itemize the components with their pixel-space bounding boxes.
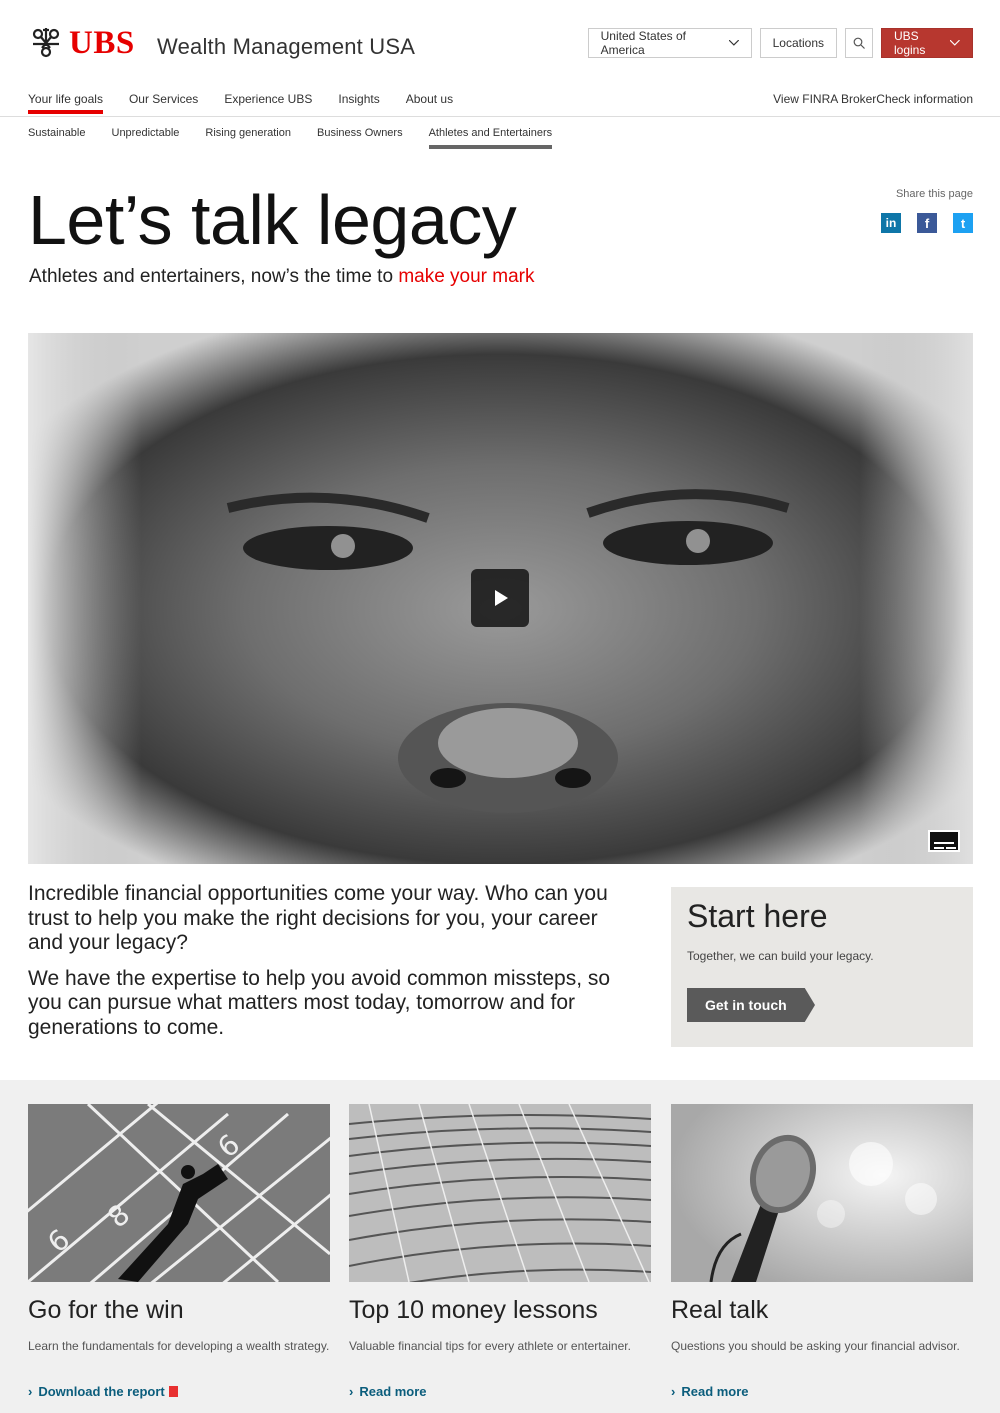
locations-label: Locations <box>772 36 824 50</box>
link-label: Read more <box>359 1384 427 1399</box>
nav-item-our-services[interactable]: Our Services <box>129 92 198 116</box>
logins-label: UBS logins <box>894 29 926 57</box>
keys-icon <box>32 28 60 58</box>
subnav-item-sustainable[interactable]: Sustainable <box>28 127 86 151</box>
intro-paragraph-1: Incredible financial opportunities come … <box>28 882 608 954</box>
chevron-down-icon <box>728 40 739 46</box>
link-label: Download the report <box>38 1384 165 1399</box>
captions-icon[interactable] <box>928 830 960 852</box>
card-top-10-money-lessons: Top 10 money lessons Valuable financial … <box>349 1104 651 1399</box>
hero-video[interactable] <box>28 333 973 864</box>
card-title: Real talk <box>671 1296 769 1324</box>
subnav-item-business-owners[interactable]: Business Owners <box>317 127 403 151</box>
search-button[interactable] <box>845 28 873 58</box>
twitter-icon[interactable]: t <box>953 213 973 233</box>
chevron-right-icon: › <box>349 1384 354 1399</box>
card-description: Learn the fundamentals for developing a … <box>28 1339 330 1353</box>
subnav-item-unpredictable[interactable]: Unpredictable <box>112 127 180 151</box>
get-in-touch-button[interactable]: Get in touch <box>687 988 815 1022</box>
facebook-icon[interactable]: f <box>917 213 937 233</box>
chevron-right-icon: › <box>28 1384 33 1399</box>
intro-text: Incredible financial opportunities come … <box>28 882 638 1051</box>
card-title: Go for the win <box>28 1296 184 1324</box>
start-here-box: Start here Together, we can build your l… <box>671 887 973 1047</box>
download-report-link[interactable]: › Download the report <box>28 1384 330 1399</box>
read-more-link[interactable]: › Read more <box>671 1384 973 1399</box>
main-nav: Your life goals Our Services Experience … <box>28 92 479 116</box>
pdf-icon <box>168 1386 178 1397</box>
read-more-link[interactable]: › Read more <box>349 1384 651 1399</box>
play-button[interactable] <box>471 569 529 627</box>
card-go-for-the-win: 6 8 6 Go for the win Learn the fundament… <box>28 1104 330 1399</box>
intro-paragraph-2: We have the expertise to help you avoid … <box>28 966 611 1039</box>
play-icon <box>495 590 508 606</box>
nav-item-insights[interactable]: Insights <box>338 92 379 116</box>
card-title: Top 10 money lessons <box>349 1296 598 1324</box>
ubs-logo[interactable]: UBS <box>28 24 135 62</box>
nav-divider <box>0 116 1000 117</box>
card-image-stadium[interactable] <box>349 1104 651 1282</box>
card-description: Valuable financial tips for every athlet… <box>349 1339 631 1353</box>
card-description: Questions you should be asking your fina… <box>671 1339 960 1353</box>
sub-nav: Sustainable Unpredictable Rising generat… <box>28 127 578 151</box>
card-real-talk: Real talk Questions you should be asking… <box>671 1104 973 1399</box>
subnav-item-athletes-entertainers[interactable]: Athletes and Entertainers <box>428 127 552 151</box>
share-label: Share this page <box>895 188 973 200</box>
share-box: Share this page in f t <box>881 188 973 233</box>
linkedin-icon[interactable]: in <box>881 213 901 233</box>
start-here-text: Together, we can build your legacy. <box>687 949 874 963</box>
microphone-image <box>671 1104 973 1282</box>
nav-item-about-us[interactable]: About us <box>406 92 453 116</box>
chevron-down-icon <box>950 40 960 46</box>
country-selector[interactable]: United States of America <box>587 28 752 58</box>
subtitle-highlight: make your mark <box>398 266 535 287</box>
finra-brokercheck-link[interactable]: View FINRA BrokerCheck information <box>773 92 973 106</box>
locations-button[interactable]: Locations <box>759 28 837 58</box>
site-subtitle: Wealth Management USA <box>157 34 416 59</box>
logo-wordmark: UBS <box>69 25 135 61</box>
track-image: 6 8 6 <box>28 1104 330 1282</box>
ubs-logins-button[interactable]: UBS logins <box>881 28 973 58</box>
card-image-microphone[interactable] <box>671 1104 973 1282</box>
country-label: United States of America <box>600 29 687 57</box>
card-image-track[interactable]: 6 8 6 <box>28 1104 330 1282</box>
link-label: Read more <box>681 1384 749 1399</box>
stadium-seats-image <box>349 1104 651 1282</box>
subtitle-text: Athletes and entertainers, now’s the tim… <box>29 266 399 287</box>
top-controls: United States of America Locations UBS l… <box>587 28 973 58</box>
chevron-right-icon: › <box>671 1384 676 1399</box>
nav-item-experience-ubs[interactable]: Experience UBS <box>224 92 312 116</box>
search-icon <box>853 37 865 49</box>
subnav-item-rising-generation[interactable]: Rising generation <box>205 127 291 151</box>
start-here-title: Start here <box>687 898 828 934</box>
page-subtitle: Athletes and entertainers, now’s the tim… <box>29 266 535 288</box>
nav-item-your-life-goals[interactable]: Your life goals <box>28 92 103 116</box>
page-title: Let’s talk legacy <box>28 181 517 259</box>
